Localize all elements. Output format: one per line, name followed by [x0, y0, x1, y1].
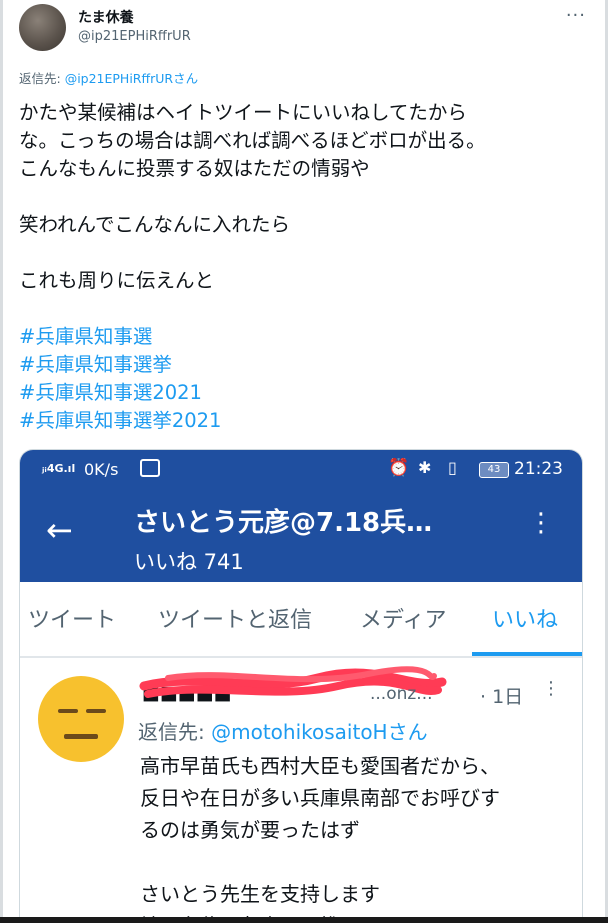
bluetooth-icon: ✱: [418, 458, 432, 477]
reply-to-prefix: 返信先:: [19, 71, 65, 86]
window-frame-left: [0, 0, 3, 923]
liked-reply-handle: @motohikosaitoH: [211, 720, 388, 744]
tab-likes: いいね: [492, 608, 559, 633]
liked-tweet-blank-line: [140, 846, 500, 878]
tab-tweets: ツイート: [28, 608, 117, 633]
liked-reply-suffix: さん: [387, 720, 428, 744]
reply-to-handle[interactable]: @ip21EPHiRffrUR: [65, 71, 173, 86]
liked-tweet: ■■■■■ ...onz... · 1日 ⋮ 返信先: @motohikosai…: [20, 657, 582, 923]
back-arrow-icon: ←: [46, 511, 73, 549]
mouth: [64, 734, 98, 739]
author-name[interactable]: たま休養: [78, 7, 134, 27]
tweet-line: 笑われんでこんなんに入れたら: [19, 213, 291, 236]
tab-media: メディア: [360, 608, 447, 633]
eye-right: [86, 709, 106, 713]
reply-to-suffix: さん: [173, 71, 199, 86]
liked-tweet-handle: ...onz...: [370, 684, 433, 704]
active-tab-indicator: [472, 652, 582, 656]
fist-icon: [140, 459, 160, 477]
tweet-line: これも周りに伝えんと: [19, 269, 215, 292]
liked-tweet-line: るのは勇気が要ったはず: [140, 818, 360, 842]
network-speed: 0K/s: [84, 460, 119, 479]
signal-icon: ⱼᵢ4G.ıl: [42, 462, 76, 475]
vibrate-icon: ▯: [448, 458, 457, 477]
liked-tweet-body: 高市早苗氏も西村大臣も愛国者だから、 反日や在日が多い兵庫県南部でお呼びす るの…: [140, 750, 500, 923]
phone-status-bar: ⱼᵢ4G.ıl 0K/s ⏰ ✱ ▯ 43 21:23: [20, 450, 582, 490]
hashtag-link[interactable]: #兵庫県知事選挙2021: [19, 407, 589, 435]
expressionless-face-icon: [38, 676, 124, 762]
liked-tweet-card: ■■■■■ ...onz... · 1日 ⋮ 返信先: @motohikosai…: [20, 657, 582, 923]
author-handle[interactable]: @ip21EPHiRffrUR: [78, 29, 191, 44]
hashtag-link[interactable]: #兵庫県知事選2021: [19, 379, 589, 407]
liked-tweet-line: 反日や在日が多い兵庫県南部でお呼びす: [140, 786, 500, 810]
liked-tweet-reply-to: 返信先: @motohikosaitoHさん: [138, 716, 428, 745]
tweet-line: かたや某候補はヘイトツイートにいいねしてたから: [19, 101, 467, 124]
kebab-menu-icon: ⋮: [528, 508, 554, 538]
profile-title: さいとう元彦@7.18兵…: [134, 508, 433, 538]
eye-left: [58, 709, 78, 713]
tweet-body: かたや某候補はヘイトツイートにいいねしてたから な。こっちの場合は調べれば調べる…: [19, 99, 589, 435]
phone-app-bar: ← さいとう元彦@7.18兵… いいね 741 ⋮: [20, 490, 582, 582]
ellipsis-icon[interactable]: ···: [566, 5, 586, 26]
tweet-line: な。こっちの場合は調べれば調べるほどボロが出る。: [19, 129, 486, 152]
liked-tweet-line: 高市早苗氏も西村大臣も愛国者だから、: [140, 754, 500, 778]
hashtag-link[interactable]: #兵庫県知事選挙: [19, 351, 589, 379]
reply-to: 返信先: @ip21EPHiRffrURさん: [19, 68, 198, 87]
tab-tweets-replies: ツイートと返信: [158, 608, 313, 633]
likes-count: いいね 741: [134, 550, 244, 574]
liked-tweet-line: さいとう先生を支持します: [140, 882, 380, 906]
hashtag-link[interactable]: #兵庫県知事選: [19, 323, 589, 351]
phone-tabs: ツイート ツイートと返信 メディア いいね: [20, 582, 582, 657]
battery-icon: 43: [479, 462, 509, 478]
status-time: 21:23: [514, 459, 563, 479]
vertical-ellipsis-icon: ⋮: [542, 678, 560, 699]
liked-reply-prefix: 返信先:: [138, 720, 212, 744]
tweet-line: こんなもんに投票する奴はただの情弱や: [19, 157, 370, 180]
taskbar-strip: [0, 917, 608, 923]
alarm-icon: ⏰: [388, 458, 410, 478]
author-avatar[interactable]: [19, 4, 66, 51]
liked-tweet-time: · 1日: [480, 686, 524, 708]
attached-image[interactable]: ⱼᵢ4G.ıl 0K/s ⏰ ✱ ▯ 43 21:23 ← さいとう元彦@7.1…: [19, 449, 583, 923]
